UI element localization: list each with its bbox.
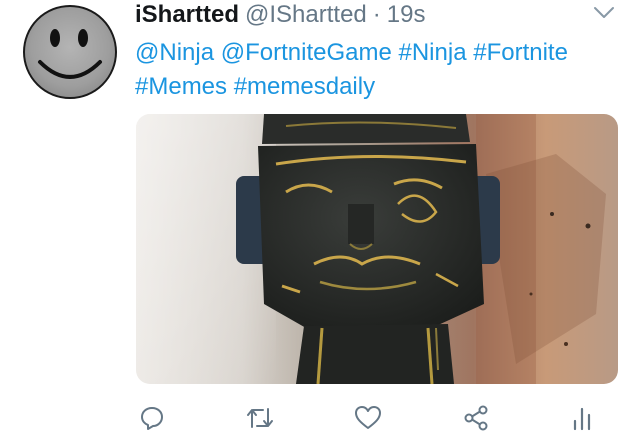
tweet-header: iShartted @IShartted · 19s xyxy=(135,0,425,30)
hashtag-fortnite[interactable]: #Fortnite xyxy=(473,39,568,66)
analytics-icon xyxy=(573,407,591,431)
reply-button[interactable] xyxy=(132,398,172,438)
tweet-actions xyxy=(0,398,640,438)
heart-icon xyxy=(355,406,381,429)
tweet-photo[interactable] xyxy=(136,114,618,384)
hashtag-memesdaily[interactable]: #memesdaily xyxy=(234,73,375,100)
reply-icon xyxy=(141,407,163,430)
smiley-face-icon xyxy=(23,5,117,99)
retweet-icon xyxy=(247,408,273,428)
tweet-text-line-1: @Ninja @FortniteGame #Ninja #Fortnite xyxy=(135,36,625,70)
retweet-button[interactable] xyxy=(240,398,280,438)
share-icon xyxy=(464,405,488,431)
hashtag-ninja[interactable]: #Ninja xyxy=(399,39,467,66)
share-button[interactable] xyxy=(456,398,496,438)
chevron-down-icon[interactable] xyxy=(592,4,616,22)
tweet-text: @Ninja @FortniteGame #Ninja #Fortnite #M… xyxy=(135,36,625,104)
figurine-photo xyxy=(136,114,618,384)
avatar[interactable] xyxy=(22,4,118,100)
like-button[interactable] xyxy=(348,398,388,438)
handle[interactable]: @IShartted xyxy=(245,0,367,30)
separator-dot: · xyxy=(372,1,381,28)
tweet: iShartted @IShartted · 19s @Ninja @Fortn… xyxy=(0,0,640,437)
display-name[interactable]: iShartted xyxy=(135,0,239,30)
mention-fortnitegame[interactable]: @FortniteGame xyxy=(221,39,392,66)
mention-ninja[interactable]: @Ninja xyxy=(135,39,214,66)
analytics-button[interactable] xyxy=(562,398,602,438)
timestamp[interactable]: 19s xyxy=(387,0,426,30)
tweet-text-line-2: #Memes #memesdaily xyxy=(135,70,625,104)
hashtag-memes[interactable]: #Memes xyxy=(135,73,227,100)
